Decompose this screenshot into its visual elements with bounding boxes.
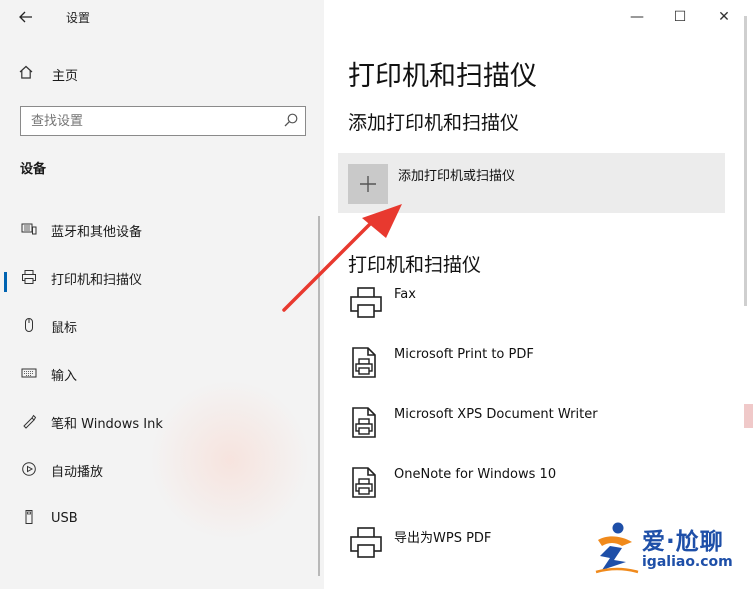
- sidebar-item-label: 打印机和扫描仪: [51, 272, 143, 288]
- printer-item-onenote[interactable]: OneNote for Windows 10: [348, 462, 738, 522]
- section-title: 设备: [20, 162, 47, 177]
- usb-icon: [20, 508, 38, 526]
- pen-icon: [20, 412, 38, 430]
- back-button[interactable]: [18, 6, 42, 28]
- settings-window: 设置 主页 设备: [0, 0, 753, 589]
- document-printer-icon: [352, 467, 376, 498]
- mouse-icon: [20, 316, 38, 334]
- document-printer-icon: [352, 407, 376, 438]
- back-arrow-icon: [19, 11, 32, 23]
- search-box[interactable]: [20, 106, 306, 136]
- home-link[interactable]: 主页: [18, 62, 78, 86]
- close-button[interactable]: ✕: [704, 5, 744, 29]
- printer-name: Microsoft Print to PDF: [394, 347, 534, 362]
- printer-icon: [20, 268, 38, 286]
- printer-name: 导出为WPS PDF: [394, 531, 492, 546]
- watermark-url: igaliao.com: [642, 554, 733, 570]
- printer-item-print-to-pdf[interactable]: Microsoft Print to PDF: [348, 342, 738, 402]
- printer-name: Microsoft XPS Document Writer: [394, 407, 598, 422]
- printer-item-xps-writer[interactable]: Microsoft XPS Document Writer: [348, 402, 738, 462]
- sidebar-item-label: 蓝牙和其他设备: [51, 224, 143, 240]
- sidebar-item-label: 笔和 Windows Ink: [51, 416, 163, 432]
- sidebar-item-pen[interactable]: 笔和 Windows Ink: [0, 398, 324, 446]
- keyboard-icon: [20, 364, 38, 382]
- page-title: 打印机和扫描仪: [348, 61, 537, 92]
- add-printer-label: 添加打印机或扫描仪: [398, 169, 516, 184]
- bluetooth-devices-icon: [20, 220, 38, 238]
- minimize-button[interactable]: —: [617, 5, 657, 29]
- printer-name: OneNote for Windows 10: [394, 467, 557, 482]
- home-label: 主页: [52, 68, 79, 84]
- watermark-brand: 爱·尬聊: [642, 529, 724, 555]
- home-icon: [18, 64, 38, 84]
- background-fragment: [744, 404, 753, 428]
- app-title: 设置: [66, 11, 91, 25]
- search-input[interactable]: [21, 107, 281, 135]
- document-printer-icon: [352, 347, 376, 378]
- close-icon: ✕: [718, 9, 730, 25]
- watermark: 爱·尬聊 igaliao.com: [592, 518, 748, 582]
- autoplay-icon: [20, 460, 38, 478]
- sidebar-item-label: 鼠标: [51, 320, 78, 336]
- sidebar-item-typing[interactable]: 输入: [0, 350, 324, 398]
- selection-indicator: [4, 272, 7, 293]
- search-icon[interactable]: [283, 112, 299, 128]
- printer-icon: [350, 527, 382, 558]
- add-section-title: 添加打印机和扫描仪: [348, 112, 520, 134]
- sidebar-item-label: USB: [51, 510, 78, 526]
- sidebar-item-label: 输入: [51, 368, 78, 384]
- sidebar-item-label: 自动播放: [51, 464, 104, 480]
- maximize-icon: ☐: [673, 9, 687, 25]
- content-scrollbar[interactable]: [744, 16, 747, 306]
- watermark-logo-icon: [595, 522, 639, 574]
- minimize-icon: —: [630, 9, 644, 25]
- sidebar-item-usb[interactable]: USB: [0, 494, 324, 542]
- sidebar-item-autoplay[interactable]: 自动播放: [0, 446, 324, 494]
- maximize-button[interactable]: ☐: [660, 5, 700, 29]
- annotation-arrow: [282, 204, 402, 312]
